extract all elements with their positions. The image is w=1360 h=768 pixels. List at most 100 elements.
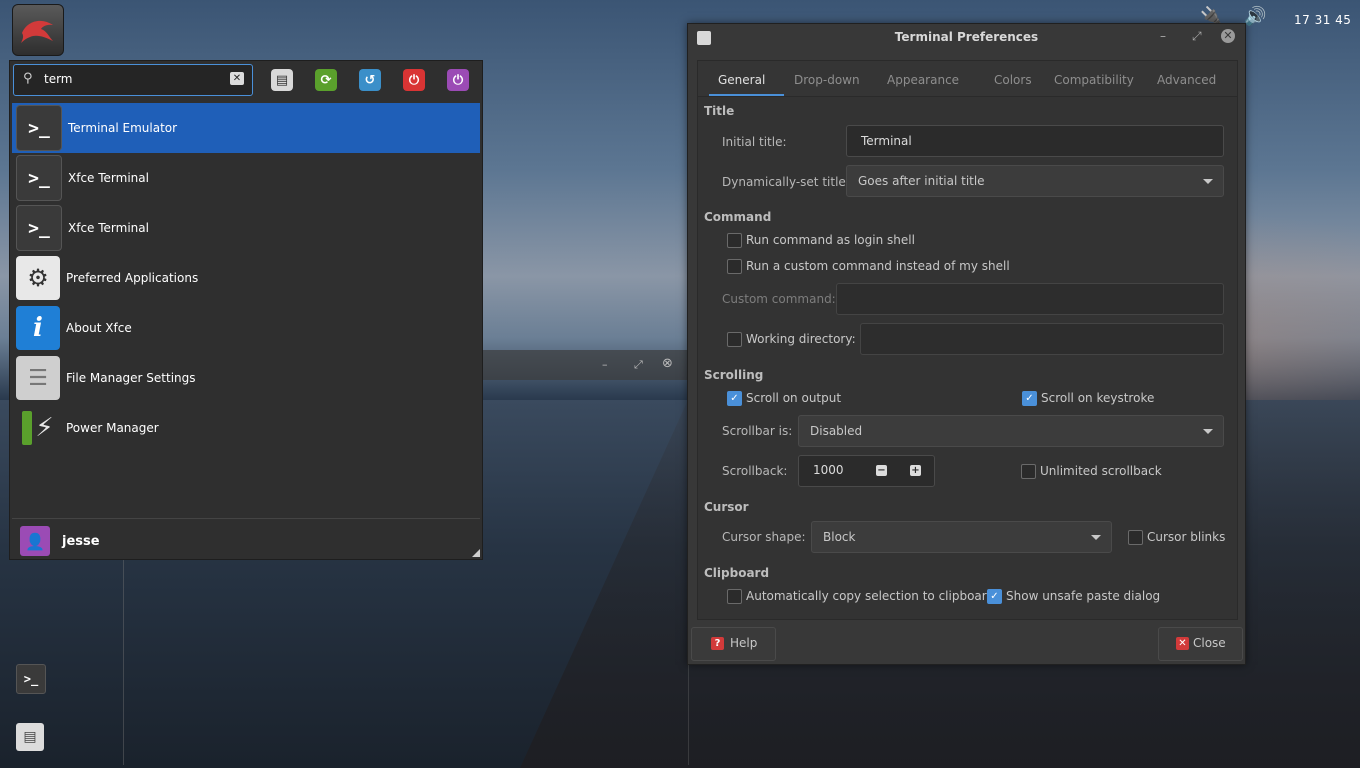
- section-cursor: Cursor: [704, 500, 749, 514]
- initial-title-label: Initial title:: [722, 135, 787, 149]
- user-account[interactable]: 👤 jesse: [20, 526, 100, 556]
- general-panel: Title Initial title: Terminal Dynamicall…: [697, 96, 1238, 620]
- info-icon: i: [16, 306, 60, 350]
- working-directory-label[interactable]: Working directory:: [746, 332, 856, 346]
- terminal-preferences-window: Terminal Preferences – ⤢ ✕ General Drop-…: [687, 23, 1246, 665]
- close-icon: ✕: [1176, 637, 1189, 650]
- login-shell-checkbox[interactable]: [727, 233, 742, 248]
- decrement-icon[interactable]: −: [876, 465, 887, 476]
- custom-command-label[interactable]: Run a custom command instead of my shell: [746, 259, 1010, 273]
- working-directory-checkbox[interactable]: [727, 332, 742, 347]
- username: jesse: [62, 533, 100, 549]
- tab-advanced[interactable]: Advanced: [1157, 73, 1216, 87]
- battery-icon: ⚡: [16, 406, 60, 450]
- section-command: Command: [704, 210, 772, 224]
- logout-icon[interactable]: ⏻: [447, 69, 469, 91]
- list-item[interactable]: ☰ File Manager Settings: [12, 353, 480, 403]
- list-item[interactable]: >_ Terminal Emulator: [12, 103, 480, 153]
- tab-drop-down[interactable]: Drop-down: [794, 73, 860, 87]
- terminal-icon: >_: [16, 205, 62, 251]
- close-button-label: Close: [1193, 636, 1226, 650]
- background-window-titlebar: – ⤢ ⊗: [482, 350, 687, 380]
- custom-command-field[interactable]: [836, 283, 1224, 315]
- scrollback-label: Scrollback:: [722, 464, 788, 478]
- auto-copy-label[interactable]: Automatically copy selection to clipboar…: [746, 589, 994, 603]
- avatar: 👤: [20, 526, 50, 556]
- tab-general[interactable]: General: [718, 73, 765, 87]
- dolphin-logo-icon: [21, 20, 53, 43]
- volume-icon[interactable]: 🔊: [1244, 6, 1266, 27]
- cursor-shape-select[interactable]: Block: [811, 521, 1112, 553]
- unlimited-scrollback-label[interactable]: Unlimited scrollback: [1040, 464, 1162, 478]
- search-icon: ⚲: [23, 71, 33, 86]
- custom-command-field-label: Custom command:: [722, 292, 836, 306]
- window-titlebar[interactable]: Terminal Preferences – ⤢ ✕: [688, 24, 1245, 52]
- terminal-icon: >_: [16, 105, 62, 151]
- divider: [12, 518, 480, 519]
- list-item-label: About Xfce: [66, 321, 132, 335]
- file-cabinet-icon: ☰: [16, 356, 60, 400]
- scrollbar-select[interactable]: Disabled: [798, 415, 1224, 447]
- clock[interactable]: 17 31 45: [1294, 13, 1351, 27]
- scrollbar-label: Scrollbar is:: [722, 424, 793, 438]
- list-item-label: Power Manager: [66, 421, 159, 435]
- maximize-icon[interactable]: ⤢: [634, 358, 643, 372]
- close-icon[interactable]: ⊗: [662, 356, 673, 371]
- settings-manager-icon[interactable]: ▤: [16, 723, 44, 751]
- increment-icon[interactable]: +: [910, 465, 921, 476]
- help-button[interactable]: ? Help: [691, 627, 776, 661]
- settings-manager-icon[interactable]: ▤: [271, 69, 293, 91]
- section-scrolling: Scrolling: [704, 368, 764, 382]
- list-item-label: Preferred Applications: [66, 271, 199, 285]
- maximize-icon[interactable]: ⤢: [1192, 29, 1202, 44]
- working-directory-field[interactable]: [860, 323, 1224, 355]
- tab-colors[interactable]: Colors: [994, 73, 1032, 87]
- scroll-on-output-checkbox[interactable]: ✓: [727, 391, 742, 406]
- list-item[interactable]: >_ Xfce Terminal: [12, 203, 480, 253]
- auto-copy-checkbox[interactable]: [727, 589, 742, 604]
- scrollback-value[interactable]: 1000: [813, 463, 844, 477]
- cursor-blinks-label[interactable]: Cursor blinks: [1147, 530, 1225, 544]
- scroll-on-keystroke-checkbox[interactable]: ✓: [1022, 391, 1037, 406]
- search-input[interactable]: ⚲ term ✕: [13, 64, 253, 96]
- scroll-on-keystroke-label[interactable]: Scroll on keystroke: [1041, 391, 1154, 405]
- app-menu-launcher-button[interactable]: [12, 4, 64, 56]
- tab-appearance[interactable]: Appearance: [887, 73, 959, 87]
- tab-bar: General Drop-down Appearance Colors Comp…: [697, 60, 1238, 97]
- scrollbar-value: Disabled: [810, 424, 863, 438]
- close-icon[interactable]: ✕: [1221, 29, 1235, 43]
- minimize-icon[interactable]: –: [602, 358, 608, 371]
- list-item-label: Xfce Terminal: [68, 221, 149, 235]
- unlimited-scrollback-checkbox[interactable]: [1021, 464, 1036, 479]
- resize-grip-icon[interactable]: [472, 549, 480, 557]
- help-icon: ?: [711, 637, 724, 650]
- close-button[interactable]: ✕ Close: [1158, 627, 1243, 661]
- switch-user-icon[interactable]: ⟳: [315, 69, 337, 91]
- chevron-down-icon: [1203, 179, 1213, 184]
- cursor-shape-value: Block: [823, 530, 856, 544]
- login-shell-label[interactable]: Run command as login shell: [746, 233, 915, 247]
- unsafe-paste-label[interactable]: Show unsafe paste dialog: [1006, 589, 1160, 603]
- list-item-label: Terminal Emulator: [68, 121, 178, 135]
- list-item-label: File Manager Settings: [66, 371, 196, 385]
- lock-screen-icon[interactable]: ↺: [359, 69, 381, 91]
- search-value[interactable]: term: [44, 72, 73, 86]
- clear-search-icon[interactable]: ✕: [230, 72, 244, 85]
- shutdown-icon[interactable]: ⏻: [403, 69, 425, 91]
- list-item[interactable]: ⚙ Preferred Applications: [12, 253, 480, 303]
- terminal-icon[interactable]: >_: [16, 664, 46, 694]
- section-title: Title: [704, 104, 735, 118]
- unsafe-paste-checkbox[interactable]: ✓: [987, 589, 1002, 604]
- scrollback-stepper[interactable]: 1000 − +: [798, 455, 935, 487]
- scroll-on-output-label[interactable]: Scroll on output: [746, 391, 841, 405]
- dynamic-title-select[interactable]: Goes after initial title: [846, 165, 1224, 197]
- list-item[interactable]: ⚡ Power Manager: [12, 403, 480, 453]
- list-item-label: Xfce Terminal: [68, 171, 149, 185]
- list-item[interactable]: >_ Xfce Terminal: [12, 153, 480, 203]
- initial-title-field[interactable]: Terminal: [846, 125, 1224, 157]
- custom-command-checkbox[interactable]: [727, 259, 742, 274]
- minimize-icon[interactable]: –: [1160, 29, 1166, 43]
- list-item[interactable]: i About Xfce: [12, 303, 480, 353]
- cursor-blinks-checkbox[interactable]: [1128, 530, 1143, 545]
- tab-compatibility[interactable]: Compatibility: [1054, 73, 1134, 87]
